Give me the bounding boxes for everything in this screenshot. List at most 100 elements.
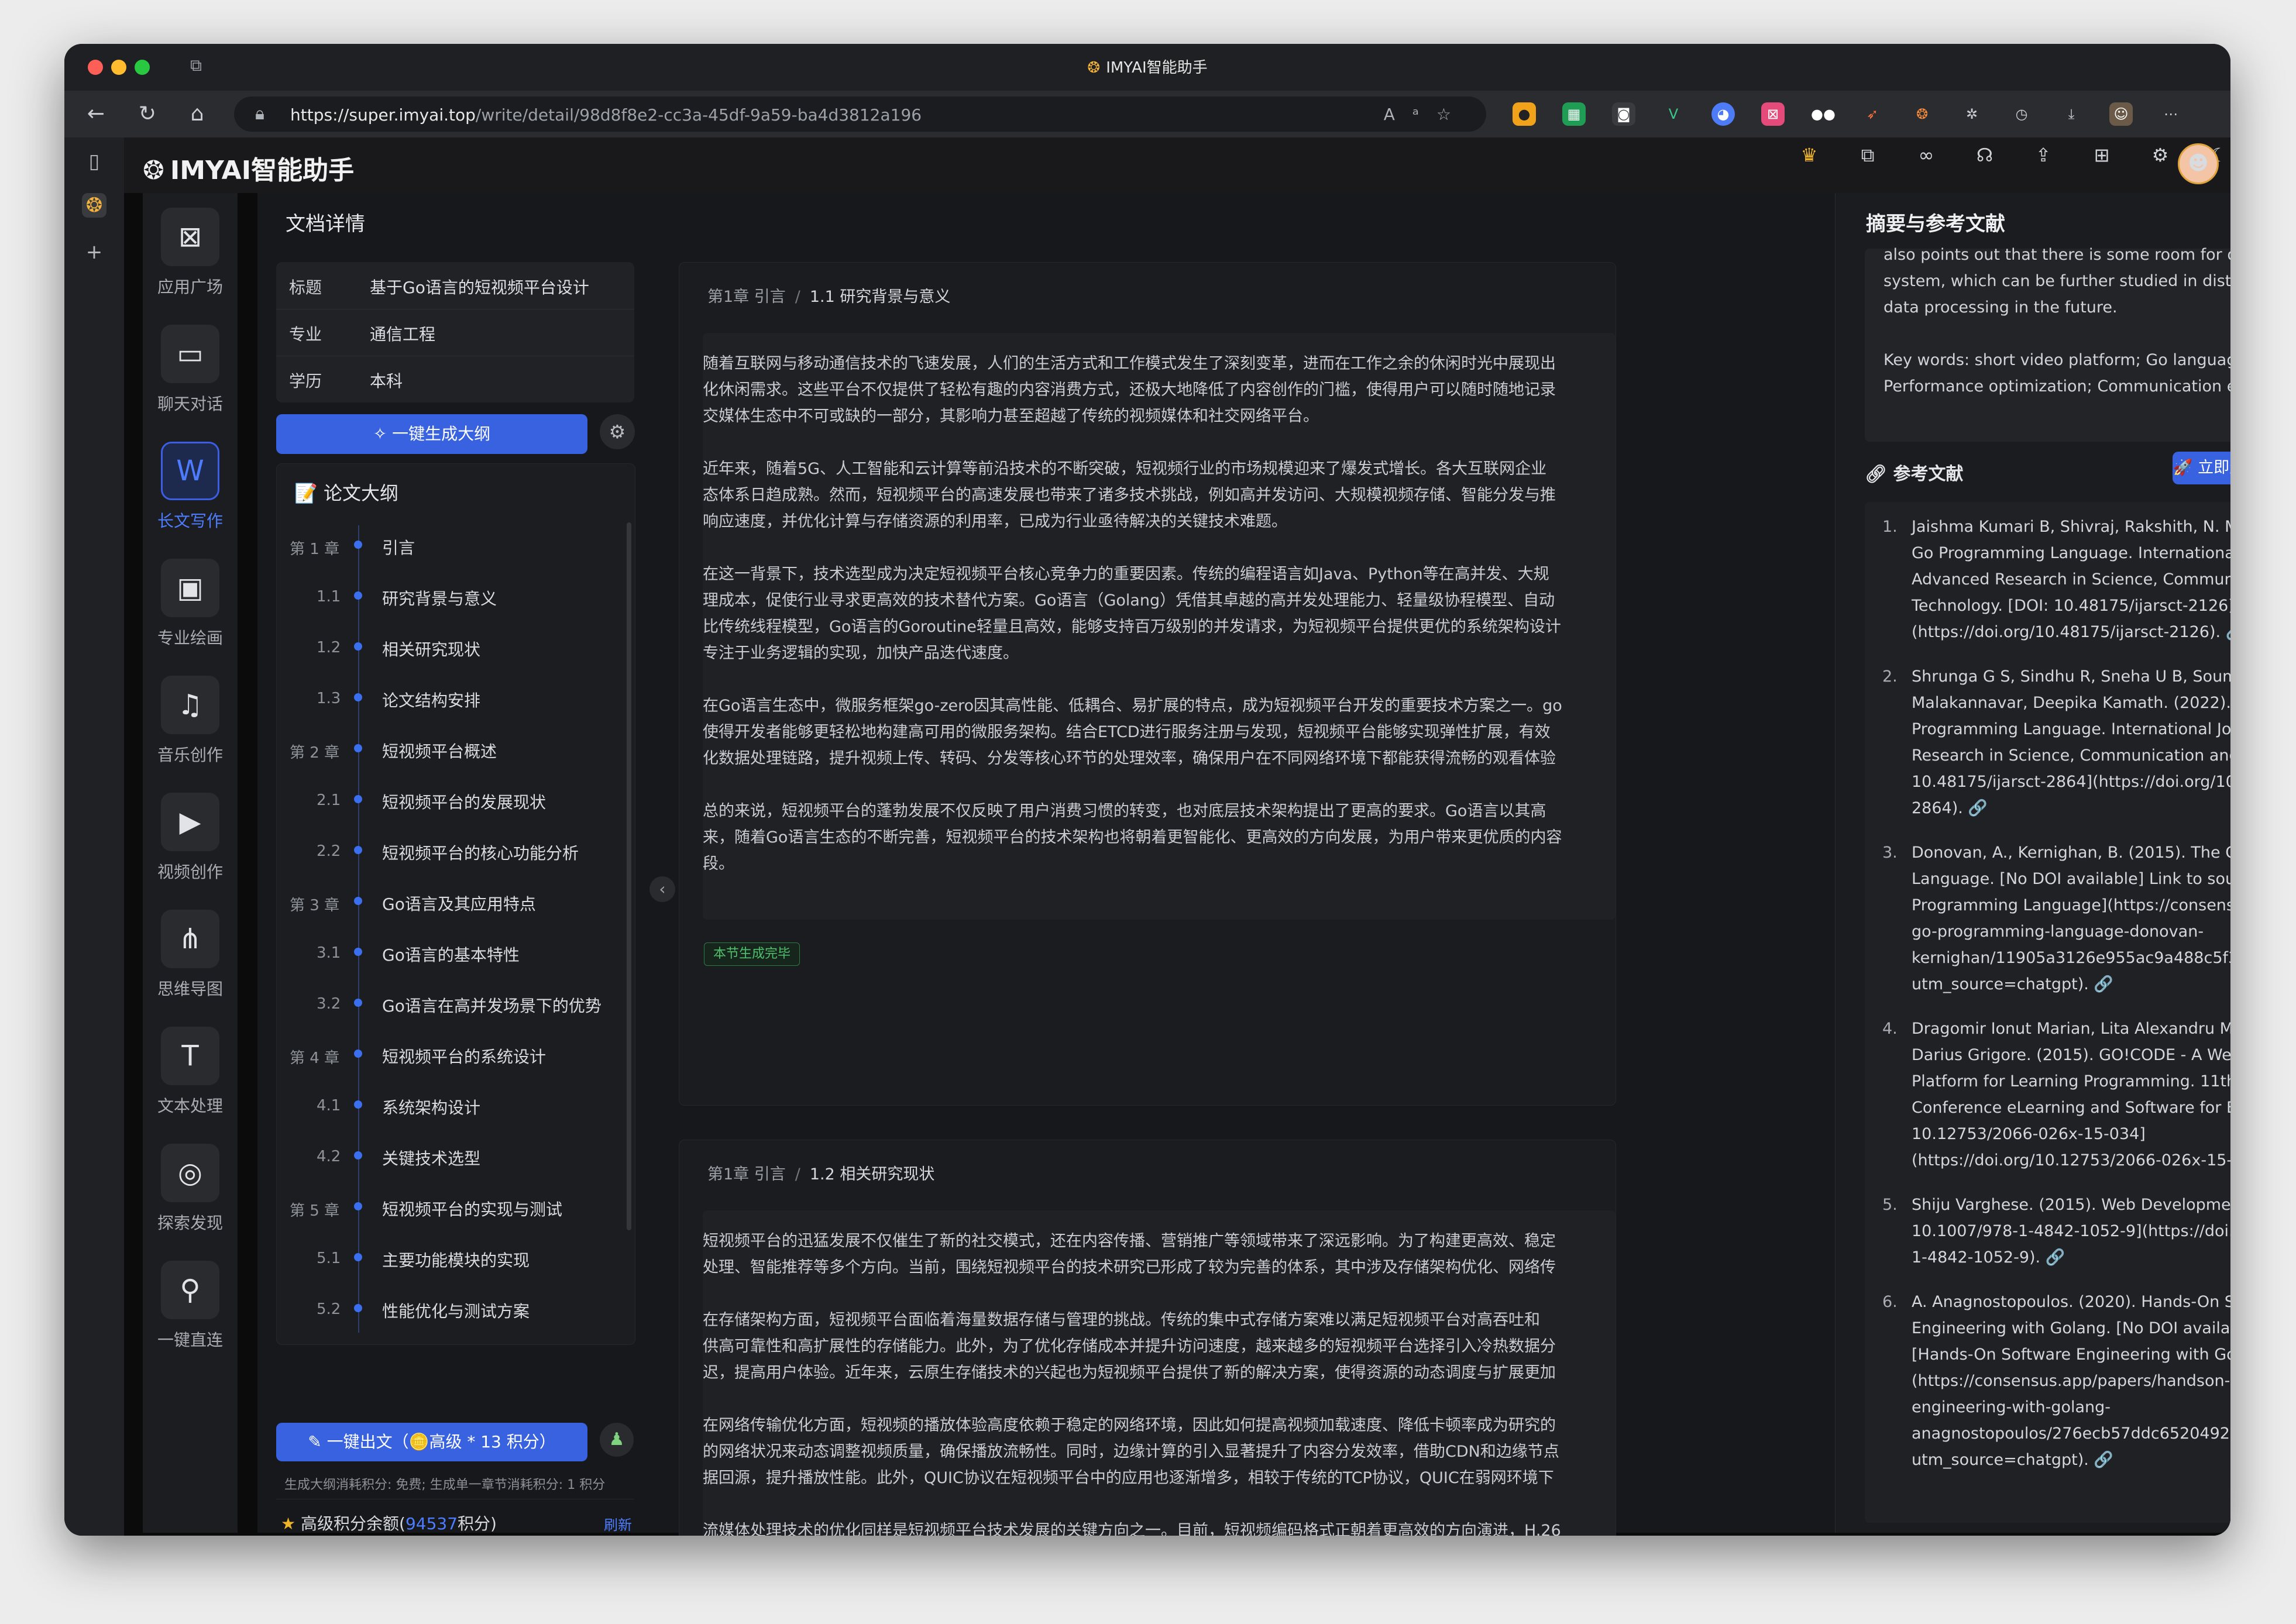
outline-row[interactable]: 第 5 章 短视频平台的实现与测试 [277, 1184, 628, 1235]
extension-icon[interactable]: ▦ [1562, 102, 1586, 126]
reference-line: (https://consensus.app/papers/handson-so… [1912, 1372, 2230, 1390]
cost-note: 生成大纲消耗积分: 免费; 生成单一章节消耗积分: 1 积分 [284, 1478, 606, 1492]
reference-number: 6. [1882, 1293, 1898, 1311]
headset-icon[interactable]: ☊ [1973, 143, 1996, 167]
paragraph-line: 流媒体处理技术的优化同样是短视频平台技术发展的关键方向之一。目前，短视频编码格式… [703, 1522, 1561, 1536]
extension-icon[interactable]: ➶ [1861, 102, 1884, 126]
address-bar[interactable]: 🔒︎ https://super.imyai.top/write/detail/… [234, 97, 1486, 132]
outline-row[interactable]: 1.2 相关研究现状 [277, 624, 628, 675]
share-icon[interactable]: ⇪ [2032, 143, 2055, 167]
reload-icon[interactable]: ↻ [133, 100, 161, 128]
outline-settings-icon[interactable]: ⚙ [600, 414, 635, 449]
nav-item-8[interactable]: ◎ 探索发现 [143, 1132, 238, 1243]
refresh-link[interactable]: 刷新 [604, 1513, 632, 1534]
image-icon: ▣ [161, 559, 219, 617]
extension-icon[interactable]: ◙ [1612, 102, 1635, 126]
star-icon: ★ [281, 1514, 301, 1533]
nav-item-1[interactable]: ▭ 聊天对话 [143, 313, 238, 424]
user-avatar[interactable]: ☻ [2178, 143, 2219, 184]
paragraph-line: 的网络状况来动态调整视频质量，确保播放流畅性。同时，边缘计算的引入显著提升了内容… [703, 1443, 1559, 1461]
nav-item-3[interactable]: ▣ 专业绘画 [143, 547, 238, 658]
timeline-dot [354, 541, 362, 549]
reference-line: Donovan, A., Kernighan, B. (2015). The G… [1912, 844, 2230, 862]
outline-row[interactable]: 第 3 章 Go语言及其应用特点 [277, 879, 628, 930]
profile-avatar[interactable]: ☺ [2109, 102, 2133, 126]
sidebar-toggle-icon[interactable]: ▯ [82, 149, 106, 174]
outline-row[interactable]: 5.1 主要功能模块的实现 [277, 1235, 628, 1286]
gift-icon[interactable]: ⊞ [2090, 143, 2113, 167]
outline-row[interactable]: 第 4 章 短视频平台的系统设计 [277, 1031, 628, 1082]
url-path: /write/detail/98d8f8e2-cc3a-45df-9a59-ba… [475, 105, 922, 125]
outline-row[interactable]: 第 1 章 引言 [277, 522, 628, 573]
sparkle-icon: ✧ [373, 424, 393, 443]
home-icon[interactable]: ⌂ [183, 100, 211, 128]
timeline-dot [354, 1304, 362, 1312]
read-aloud-icon[interactable]: Aᵃ [1384, 105, 1436, 124]
nav-item-0[interactable]: ⊠ 应用广场 [143, 196, 238, 307]
timeline-dot [354, 693, 362, 701]
nav-item-9[interactable]: ⚲ 一键直连 [143, 1249, 238, 1360]
outline-row[interactable]: 1.1 研究背景与意义 [277, 573, 628, 624]
chain-link-icon[interactable]: ∞ [1915, 143, 1938, 167]
outline-row[interactable]: 3.1 Go语言的基本特性 [277, 930, 628, 980]
abstract-line: system, which can be further studied in … [1883, 272, 2230, 290]
logo-icon: ❂ [143, 156, 164, 185]
outline-row[interactable]: 5.2 性能优化与测试方案 [277, 1286, 628, 1337]
app-logo[interactable]: ❂ IMYAI智能助手 [143, 149, 354, 187]
extension-icon[interactable]: ◕ [1711, 102, 1735, 126]
info-row: 专业 通信工程 [276, 309, 634, 356]
favorite-star-icon[interactable]: ☆ [1436, 105, 1469, 124]
outline-row[interactable]: 2.2 短视频平台的核心功能分析 [277, 828, 628, 879]
collapse-chevron-icon[interactable]: ‹ [649, 876, 675, 902]
outline-row[interactable]: 2.1 短视频平台的发展现状 [277, 777, 628, 828]
generate-article-button[interactable]: ✎ 一键出文（🪙高级 * 13 积分） [276, 1423, 587, 1461]
generate-references-button[interactable]: 🚀 立即生成（🪙高级 * 3 积分） [2173, 452, 2230, 484]
screens-icon[interactable]: ⧉ [1856, 143, 1879, 167]
breadcrumb: 第1章 引言 / 1.1 研究背景与意义 [707, 284, 950, 307]
breadcrumb-chapter[interactable]: 第1章 引言 [707, 1165, 786, 1183]
outline-text: 短视频平台的发展现状 [382, 793, 546, 812]
nav-item-7[interactable]: T 文本处理 [143, 1015, 238, 1126]
back-icon[interactable]: ← [82, 100, 110, 128]
reference-item: 1. Jaishma Kumari B, Shivraj, Rakshith, N… [1882, 514, 2230, 645]
outline-text: 短视频平台的实现与测试 [382, 1200, 563, 1219]
nav-item-4[interactable]: ♫ 音乐创作 [143, 664, 238, 775]
window-title: ❂ IMYAI智能助手 [64, 56, 2230, 77]
extension-icon[interactable]: ⊠ [1761, 102, 1785, 126]
paragraph-line: 总的来说，短视频平台的蓬勃发展不仅反映了用户消费习惯的转变，也对底层技术架构提出… [703, 802, 1546, 820]
nav-item-6[interactable]: ⋔ 思维导图 [143, 898, 238, 1009]
info-row: 标题 基于Go语言的短视频平台设计 [276, 262, 634, 309]
extension-icon[interactable]: ● [1513, 102, 1536, 126]
generate-outline-button[interactable]: ✧ 一键生成大纲 [276, 414, 587, 454]
extension-icon[interactable]: ●● [1811, 102, 1836, 126]
outline-row[interactable]: 4.1 系统架构设计 [277, 1082, 628, 1133]
outline-scrollbar[interactable] [627, 522, 631, 1230]
reference-number: 5. [1882, 1196, 1898, 1214]
new-tab-icon[interactable]: + [82, 240, 106, 264]
history-icon[interactable]: ◷ [2010, 102, 2033, 126]
abstract-line: Performance optimization; Communication … [1883, 377, 2230, 395]
outline-row[interactable]: 3.2 Go语言在高并发场景下的优势 [277, 980, 628, 1031]
active-tab-favicon-icon[interactable]: ❂ [82, 193, 106, 218]
video-icon: ▶ [161, 793, 219, 851]
vip-crown-icon[interactable]: ♛ [1797, 143, 1821, 167]
timeline-dot [354, 1050, 362, 1058]
more-menu-icon[interactable]: ⋯ [2159, 102, 2182, 126]
reference-item: 5. Shiju Varghese. (2015). Web Developmen… [1882, 1192, 2230, 1271]
settings-gear-icon[interactable]: ⚙ [2149, 143, 2172, 167]
robot-icon[interactable]: ♟ [600, 1423, 634, 1457]
extension-icon[interactable]: ❂ [1910, 102, 1934, 126]
extension-icon[interactable]: V [1662, 102, 1685, 126]
download-icon[interactable]: ⤓ [2060, 102, 2083, 126]
outline-row[interactable]: 1.3 论文结构安排 [277, 675, 628, 726]
nav-item-5[interactable]: ▶ 视频创作 [143, 781, 238, 892]
nav-item-2[interactable]: W 长文写作 [143, 430, 238, 541]
extensions-puzzle-icon[interactable]: ✲ [1960, 102, 1984, 126]
breadcrumb-chapter[interactable]: 第1章 引言 [707, 288, 786, 306]
breadcrumb-section: 1.1 研究背景与意义 [809, 288, 951, 306]
outline-row[interactable]: 4.2 关键技术选型 [277, 1133, 628, 1184]
outline-number: 1.2 [317, 639, 341, 656]
app-header: ❂ IMYAI智能助手 ♛ ⧉ ∞ ☊ ⇪ ⊞ ⚙ ☾ ☻ [124, 137, 2230, 193]
url-text[interactable]: https://super.imyai.top/write/detail/98d… [290, 105, 922, 125]
outline-row[interactable]: 第 2 章 短视频平台概述 [277, 726, 628, 777]
